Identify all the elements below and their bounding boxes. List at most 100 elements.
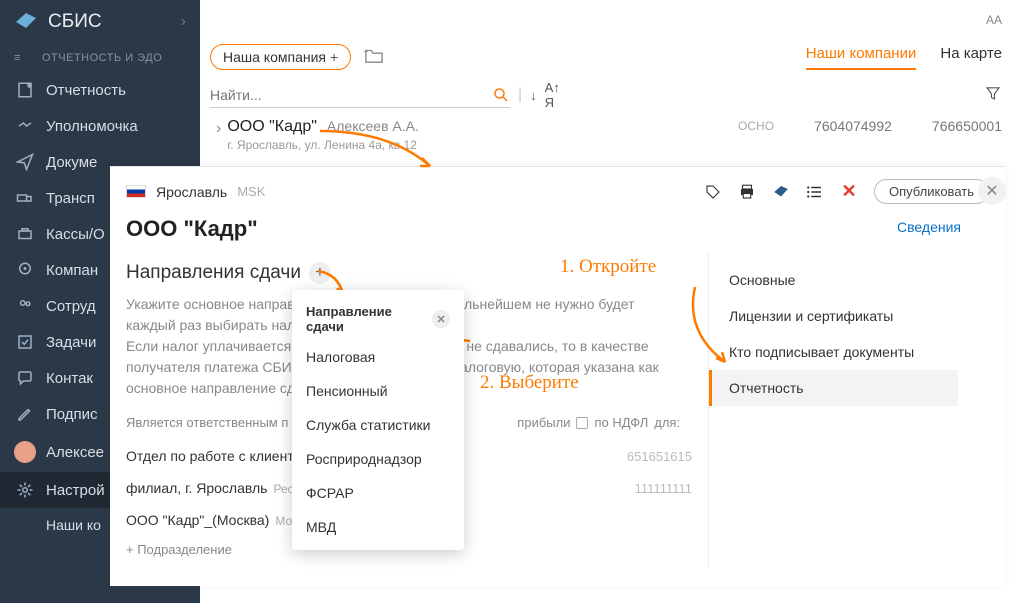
search-icon[interactable] xyxy=(492,86,510,104)
people-icon xyxy=(14,297,36,315)
sidebar-item-label: Кассы/О xyxy=(46,226,105,243)
panel-body: Направления сдачи + Укажите основное нап… xyxy=(110,252,1005,567)
company-row[interactable]: › ООО "Кадр" Алексеев А.А. г. Ярославль,… xyxy=(216,118,1002,152)
dept-code: 111111111 xyxy=(635,481,692,496)
searchbar: | ↓ А↑Я xyxy=(210,80,1002,110)
dropdown-title: Направление сдачи ✕ xyxy=(292,296,464,340)
tab-our-companies[interactable]: Наши компании xyxy=(806,45,917,70)
truck-icon xyxy=(14,189,36,207)
user-name: Алексее xyxy=(46,444,104,461)
dropdown-item-tax[interactable]: Налоговая xyxy=(292,340,464,374)
search-wrap xyxy=(210,83,510,108)
gear-icon xyxy=(14,481,36,499)
chevron-right-icon[interactable]: › xyxy=(216,120,221,138)
dropdown-item-stats[interactable]: Служба статистики xyxy=(292,408,464,442)
pen-icon xyxy=(14,405,36,423)
tax-system: ОСНО xyxy=(738,119,774,133)
filter-icon[interactable] xyxy=(984,84,1002,107)
handshake-icon xyxy=(14,117,36,135)
sidebar-section: ≡ ОТЧЕТНОСТЬ И ЭДО xyxy=(0,44,200,72)
sidebar-item-label: Сотруд xyxy=(46,298,96,315)
sidebar-item-auth[interactable]: Уполномочка xyxy=(0,108,200,144)
delete-icon[interactable]: ✕ xyxy=(840,183,858,201)
close-icon[interactable]: ✕ xyxy=(432,310,450,328)
sort-alpha-icon[interactable]: А↑Я xyxy=(545,80,560,110)
city-name: Ярославль xyxy=(156,184,227,200)
chip-label: Наша компания xyxy=(223,49,326,65)
sub-label: Наши ко xyxy=(46,517,101,533)
plus-icon: + xyxy=(330,49,338,65)
dept-name: Отдел по работе с клиента xyxy=(126,448,301,464)
sidebar-item-label: Контак xyxy=(46,370,93,387)
ndfl-checkbox[interactable] xyxy=(576,417,588,429)
right-item-main[interactable]: Основные xyxy=(709,262,958,298)
tab-on-map[interactable]: На карте xyxy=(940,45,1002,70)
close-button[interactable]: ✕ xyxy=(978,177,1006,205)
sidebar-logo[interactable]: СБИС › xyxy=(0,0,200,44)
sidebar-item-label: Отчетность xyxy=(46,82,126,99)
svg-text:+: + xyxy=(363,47,368,57)
kpp-code: 766650001 xyxy=(932,118,1002,134)
logo-icon xyxy=(14,10,38,34)
sidebar-item-label: Подпис xyxy=(46,406,98,423)
dept-code: 651651615 xyxy=(627,449,692,464)
row-main: ООО "Кадр" Алексеев А.А. г. Ярославль, у… xyxy=(227,118,419,152)
report-icon xyxy=(14,81,36,99)
company-person: Алексеев А.А. xyxy=(327,118,419,134)
right-item-licenses[interactable]: Лицензии и сертификаты xyxy=(709,298,958,334)
logo-text: СБИС xyxy=(48,11,102,33)
right-item-signers[interactable]: Кто подписывает документы xyxy=(709,334,958,370)
section-label: ОТЧЕТНОСТЬ И ЭДО xyxy=(42,52,162,64)
font-size-control[interactable]: AA xyxy=(986,13,1002,27)
right-item-reports[interactable]: Отчетность xyxy=(709,370,958,406)
flag-ru-icon xyxy=(126,185,146,198)
dept-name: ООО "Кадр"_(Москва) xyxy=(126,512,269,528)
sidebar-item-label: Настрой xyxy=(46,482,105,499)
sidebar-item-label: Трансп xyxy=(46,190,95,207)
sidebar-item-label: Компан xyxy=(46,262,98,279)
row-right: ОСНО 7604074992 766650001 xyxy=(738,118,1002,134)
resp-ndfl-label: по НДФЛ xyxy=(594,415,648,430)
company-name: ООО "Кадр" xyxy=(227,118,317,136)
sidebar-item-label: Докуме xyxy=(46,154,97,171)
publish-button[interactable]: Опубликовать xyxy=(874,179,989,204)
panel-title: ООО "Кадр" xyxy=(110,212,1005,252)
chevron-right-icon[interactable]: › xyxy=(181,13,186,31)
search-input[interactable] xyxy=(210,83,492,107)
sidebar-item-label: Задачи xyxy=(46,334,96,351)
info-link[interactable]: Сведения xyxy=(897,219,961,235)
dropdown-item-rosprirod[interactable]: Росприроднадзор xyxy=(292,442,464,476)
sidebar-item-label: Уполномочка xyxy=(46,118,138,135)
dropdown-item-mvd[interactable]: МВД xyxy=(292,510,464,544)
panel-toolbar: ✕ Опубликовать xyxy=(704,179,989,204)
section-title: Направления сдачи xyxy=(126,262,301,284)
direction-dropdown: Направление сдачи ✕ Налоговая Пенсионный… xyxy=(292,290,464,550)
add-direction-button[interactable]: + xyxy=(309,262,331,284)
detail-panel: ✕ Ярославль MSK ✕ Опубликовать ООО "Кадр… xyxy=(110,166,1005,586)
print-icon[interactable] xyxy=(738,183,756,201)
header: Наша компания + + Наши компании На карте xyxy=(210,44,1002,70)
header-tabs: Наши компании На карте xyxy=(806,45,1002,70)
menu-icon[interactable]: ≡ xyxy=(14,52,32,64)
dropdown-item-pension[interactable]: Пенсионный xyxy=(292,374,464,408)
list-icon[interactable] xyxy=(806,183,824,201)
dropdown-item-fsrar[interactable]: ФСРАР xyxy=(292,476,464,510)
resp-profit-label: прибыли xyxy=(517,415,570,430)
sort-down-icon[interactable]: ↓ xyxy=(530,88,537,103)
sidebar-item-reports[interactable]: Отчетность xyxy=(0,72,200,108)
folder-add-icon[interactable]: + xyxy=(363,46,385,69)
inn-code: 7604074992 xyxy=(814,118,892,134)
avatar xyxy=(14,441,36,463)
bird-icon[interactable] xyxy=(772,183,790,201)
panel-right-nav: Основные Лицензии и сертификаты Кто подп… xyxy=(708,252,958,567)
divider: | xyxy=(518,86,522,104)
tag-icon[interactable] xyxy=(704,183,722,201)
panel-header: Ярославль MSK ✕ Опубликовать xyxy=(110,167,1005,212)
cash-icon xyxy=(14,225,36,243)
company-address: г. Ярославль, ул. Ленина 4а, кв.12 xyxy=(227,138,419,152)
resp-for-label: для: xyxy=(654,415,680,430)
company-chip[interactable]: Наша компания + xyxy=(210,44,351,70)
check-icon xyxy=(14,333,36,351)
send-icon xyxy=(14,153,36,171)
chat-icon xyxy=(14,369,36,387)
